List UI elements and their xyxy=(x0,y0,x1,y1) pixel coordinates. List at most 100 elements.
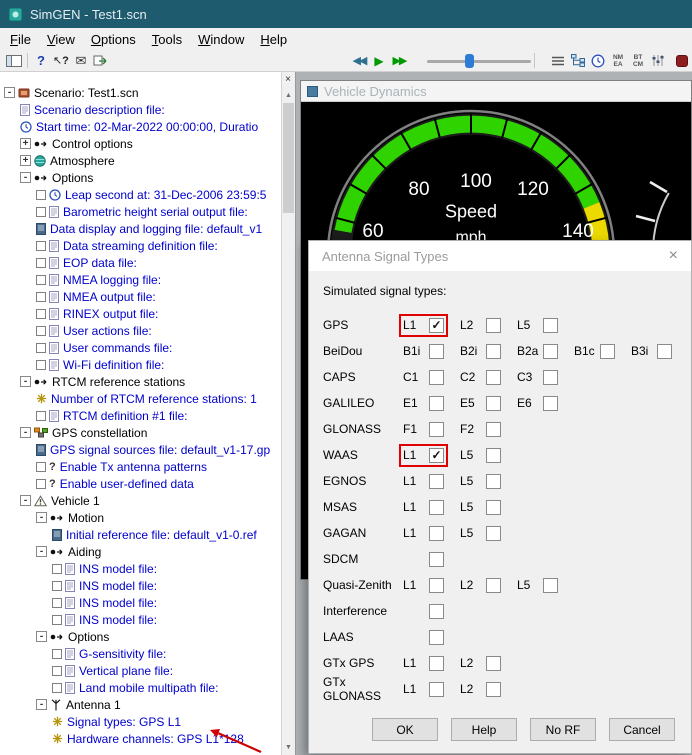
tree-checkbox[interactable] xyxy=(52,649,62,659)
dialog-titlebar[interactable]: Antenna Signal Types × xyxy=(309,241,691,271)
expand-toggle-icon[interactable]: - xyxy=(36,512,47,523)
tree-item[interactable]: Scenario description file: xyxy=(0,101,281,118)
cancel-button[interactable]: Cancel xyxy=(609,718,675,741)
tree-item[interactable]: Number of RTCM reference stations: 1 xyxy=(0,390,281,407)
tree-item[interactable]: RINEX output file: xyxy=(0,305,281,322)
tree-item[interactable]: INS model file: xyxy=(0,577,281,594)
signal-checkbox[interactable] xyxy=(486,578,501,593)
tree-view-icon[interactable] xyxy=(568,52,588,70)
signal-checkbox[interactable] xyxy=(486,344,501,359)
signal-checkbox[interactable] xyxy=(429,474,444,489)
tree-item[interactable]: -Motion xyxy=(0,509,281,526)
signal-checkbox[interactable] xyxy=(429,552,444,567)
menu-file[interactable]: File xyxy=(2,30,39,49)
help-icon[interactable]: ? xyxy=(31,52,51,70)
no-rf-button[interactable]: No RF xyxy=(530,718,596,741)
expand-toggle-icon[interactable]: + xyxy=(20,138,31,149)
tree-checkbox[interactable] xyxy=(52,581,62,591)
signal-checkbox[interactable]: ✓ xyxy=(429,448,444,463)
tree-item[interactable]: EOP data file: xyxy=(0,254,281,271)
expand-toggle-icon[interactable]: - xyxy=(20,376,31,387)
tree-item[interactable]: -Options xyxy=(0,169,281,186)
scroll-thumb[interactable] xyxy=(283,103,294,213)
signal-checkbox[interactable] xyxy=(429,578,444,593)
tree-item[interactable]: -GPS constellation xyxy=(0,424,281,441)
title-bar[interactable]: SimGEN - Test1.scn xyxy=(0,0,692,28)
export-icon[interactable] xyxy=(91,52,111,70)
signal-checkbox[interactable] xyxy=(486,500,501,515)
signal-checkbox[interactable] xyxy=(429,682,444,697)
btcm-icon[interactable]: BT CM xyxy=(628,52,648,70)
tree-item[interactable]: Wi-Fi definition file: xyxy=(0,356,281,373)
tree-checkbox[interactable] xyxy=(52,666,62,676)
tree-checkbox[interactable] xyxy=(52,564,62,574)
tree-item[interactable]: -Scenario: Test1.scn xyxy=(0,84,281,101)
tree-item[interactable]: User actions file: xyxy=(0,322,281,339)
tree-item[interactable]: -RTCM reference stations xyxy=(0,373,281,390)
tree-checkbox[interactable] xyxy=(36,258,46,268)
menu-tools[interactable]: Tools xyxy=(144,30,190,49)
tree-checkbox[interactable] xyxy=(36,411,46,421)
tree-checkbox[interactable] xyxy=(36,343,46,353)
signal-checkbox[interactable] xyxy=(543,396,558,411)
tree-item[interactable]: GPS signal sources file: default_v1-17.g… xyxy=(0,441,281,458)
tree-item[interactable]: INS model file: xyxy=(0,594,281,611)
tree-item[interactable]: -Antenna 1 xyxy=(0,696,281,713)
signal-checkbox[interactable] xyxy=(429,396,444,411)
play-icon[interactable]: ▶ xyxy=(369,52,389,70)
time-slider[interactable] xyxy=(427,52,531,70)
tree-checkbox[interactable] xyxy=(36,207,46,217)
ok-button[interactable]: OK xyxy=(372,718,438,741)
tree-checkbox[interactable] xyxy=(36,190,46,200)
tree-item[interactable]: RTCM definition #1 file: xyxy=(0,407,281,424)
tree-checkbox[interactable] xyxy=(52,598,62,608)
panel-close-icon[interactable]: × xyxy=(281,72,295,87)
tree-checkbox[interactable] xyxy=(36,241,46,251)
expand-toggle-icon[interactable]: - xyxy=(36,546,47,557)
panel-toggle-icon[interactable] xyxy=(4,52,24,70)
tree-checkbox[interactable] xyxy=(36,479,46,489)
mail-icon[interactable]: ✉ xyxy=(71,52,91,70)
tree-item[interactable]: Data streaming definition file: xyxy=(0,237,281,254)
tree-item[interactable]: INS model file: xyxy=(0,560,281,577)
expand-toggle-icon[interactable]: - xyxy=(20,172,31,183)
scroll-down-icon[interactable]: ▼ xyxy=(282,740,295,754)
tree-item[interactable]: Leap second at: 31-Dec-2006 23:59:5 xyxy=(0,186,281,203)
tree-item[interactable]: G-sensitivity file: xyxy=(0,645,281,662)
signal-checkbox[interactable] xyxy=(486,318,501,333)
tree-item[interactable]: NMEA output file: xyxy=(0,288,281,305)
signal-checkbox[interactable] xyxy=(543,318,558,333)
signal-checkbox[interactable] xyxy=(543,344,558,359)
record-icon[interactable] xyxy=(672,52,692,70)
signal-checkbox[interactable] xyxy=(486,396,501,411)
tree-item[interactable]: -Options xyxy=(0,628,281,645)
signal-checkbox[interactable] xyxy=(600,344,615,359)
tree-checkbox[interactable] xyxy=(36,360,46,370)
menu-help[interactable]: Help xyxy=(252,30,295,49)
tree-item[interactable]: -Vehicle 1 xyxy=(0,492,281,509)
tree-item[interactable]: Start time: 02-Mar-2022 00:00:00, Durati… xyxy=(0,118,281,135)
close-icon[interactable]: × xyxy=(669,248,678,264)
signal-checkbox[interactable] xyxy=(486,682,501,697)
tree-checkbox[interactable] xyxy=(36,462,46,472)
vehicle-dynamics-titlebar[interactable]: Vehicle Dynamics xyxy=(301,81,691,102)
rewind-icon[interactable]: ◀◀ xyxy=(349,52,369,70)
menu-window[interactable]: Window xyxy=(190,30,252,49)
signal-checkbox[interactable] xyxy=(429,604,444,619)
signal-checkbox[interactable] xyxy=(486,474,501,489)
tree-checkbox[interactable] xyxy=(36,326,46,336)
tree-checkbox[interactable] xyxy=(36,292,46,302)
signal-checkbox[interactable]: ✓ xyxy=(429,318,444,333)
signal-checkbox[interactable] xyxy=(486,656,501,671)
tree-item[interactable]: Initial reference file: default_v1-0.ref xyxy=(0,526,281,543)
signal-checkbox[interactable] xyxy=(429,500,444,515)
menu-view[interactable]: View xyxy=(39,30,83,49)
expand-toggle-icon[interactable]: - xyxy=(36,631,47,642)
help-button[interactable]: Help xyxy=(451,718,517,741)
scroll-up-icon[interactable]: ▲ xyxy=(282,88,295,102)
expand-toggle-icon[interactable]: - xyxy=(20,495,31,506)
clock-icon[interactable] xyxy=(588,52,608,70)
tree-item[interactable]: ?Enable user-defined data xyxy=(0,475,281,492)
signal-checkbox[interactable] xyxy=(486,422,501,437)
tree-item[interactable]: NMEA logging file: xyxy=(0,271,281,288)
